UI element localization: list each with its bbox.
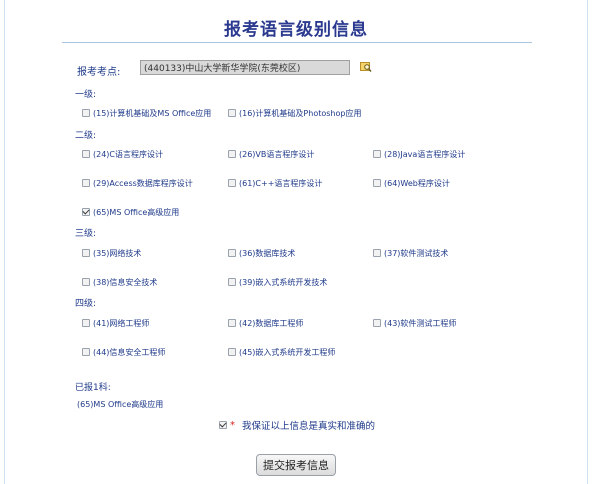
selected-subject: (65)MS Office高级应用 (77, 400, 164, 409)
option-65[interactable]: (65)MS Office高级应用 (82, 206, 179, 218)
option-39-label: (39)嵌入式系统开发技术 (239, 277, 328, 287)
checkbox-45[interactable] (228, 348, 236, 356)
option-15-label: (15)计算机基础及MS Office应用 (93, 108, 212, 118)
agree-label: 我保证以上信息是真实和准确的 (242, 421, 376, 432)
site-search-icon[interactable] (360, 61, 372, 73)
option-35[interactable]: (35)网络技术 (82, 247, 141, 259)
selected-count-label: 已报1科: (75, 383, 111, 393)
option-26[interactable]: (26)VB语言程序设计 (228, 148, 314, 160)
checkbox-24[interactable] (82, 150, 90, 158)
option-29-label: (29)Access数据库程序设计 (93, 178, 193, 188)
option-65-label: (65)MS Office高级应用 (93, 207, 180, 217)
option-36[interactable]: (36)数据库技术 (228, 247, 295, 259)
checkbox-16[interactable] (228, 109, 236, 117)
checkbox-39[interactable] (228, 278, 236, 286)
option-41-label: (41)网络工程师 (93, 318, 150, 328)
required-star: * (230, 419, 235, 431)
checkbox-29[interactable] (82, 179, 90, 187)
option-64-label: (64)Web程序设计 (384, 178, 450, 188)
level-1-label: 一级: (75, 90, 97, 100)
option-38-label: (38)信息安全技术 (93, 277, 158, 287)
option-28[interactable]: (28)Java语言程序设计 (373, 148, 465, 160)
option-61[interactable]: (61)C++语言程序设计 (228, 177, 322, 189)
option-38[interactable]: (38)信息安全技术 (82, 276, 157, 288)
option-43[interactable]: (43)软件测试工程师 (373, 317, 456, 329)
option-26-label: (26)VB语言程序设计 (239, 149, 315, 159)
option-64[interactable]: (64)Web程序设计 (373, 177, 450, 189)
checkbox-65[interactable] (82, 208, 90, 216)
submit-button[interactable]: 提交报考信息 (256, 454, 336, 476)
level-4-label: 四级: (75, 299, 97, 309)
checkbox-15[interactable] (82, 109, 90, 117)
option-24-label: (24)C语言程序设计 (93, 149, 164, 159)
option-41[interactable]: (41)网络工程师 (82, 317, 149, 329)
option-43-label: (43)软件测试工程师 (384, 318, 457, 328)
checkbox-64[interactable] (373, 179, 381, 187)
checkbox-36[interactable] (228, 249, 236, 257)
checkbox-61[interactable] (228, 179, 236, 187)
option-15[interactable]: (15)计算机基础及MS Office应用 (82, 107, 211, 119)
checkbox-37[interactable] (373, 249, 381, 257)
agreement[interactable]: * 我保证以上信息是真实和准确的 (219, 418, 375, 432)
checkbox-26[interactable] (228, 150, 236, 158)
option-42-label: (42)数据库工程师 (239, 318, 304, 328)
title-divider (62, 42, 532, 43)
option-28-label: (28)Java语言程序设计 (384, 149, 466, 159)
agree-checkbox[interactable] (219, 421, 227, 429)
option-45-label: (45)嵌入式系统开发工程师 (239, 347, 336, 357)
option-42[interactable]: (42)数据库工程师 (228, 317, 303, 329)
checkbox-38[interactable] (82, 278, 90, 286)
level-2-label: 二级: (75, 131, 97, 141)
checkbox-44[interactable] (82, 348, 90, 356)
option-35-label: (35)网络技术 (93, 248, 142, 258)
option-36-label: (36)数据库技术 (239, 248, 296, 258)
option-61-label: (61)C++语言程序设计 (239, 178, 323, 188)
checkbox-43[interactable] (373, 319, 381, 327)
option-45[interactable]: (45)嵌入式系统开发工程师 (228, 346, 335, 358)
option-44-label: (44)信息安全工程师 (93, 347, 166, 357)
exam-site-input[interactable] (140, 60, 350, 75)
option-44[interactable]: (44)信息安全工程师 (82, 346, 165, 358)
option-37[interactable]: (37)软件测试技术 (373, 247, 448, 259)
option-16[interactable]: (16)计算机基础及Photoshop应用 (228, 107, 361, 119)
option-39[interactable]: (39)嵌入式系统开发技术 (228, 276, 327, 288)
option-37-label: (37)软件测试技术 (384, 248, 449, 258)
checkbox-35[interactable] (82, 249, 90, 257)
checkbox-41[interactable] (82, 319, 90, 327)
level-3-label: 三级: (75, 229, 97, 239)
option-16-label: (16)计算机基础及Photoshop应用 (239, 108, 362, 118)
page-title: 报考语言级别信息 (224, 20, 368, 40)
checkbox-28[interactable] (373, 150, 381, 158)
option-24[interactable]: (24)C语言程序设计 (82, 148, 163, 160)
checkbox-42[interactable] (228, 319, 236, 327)
option-29[interactable]: (29)Access数据库程序设计 (82, 177, 193, 189)
exam-site-label: 报考考点: (77, 67, 121, 78)
